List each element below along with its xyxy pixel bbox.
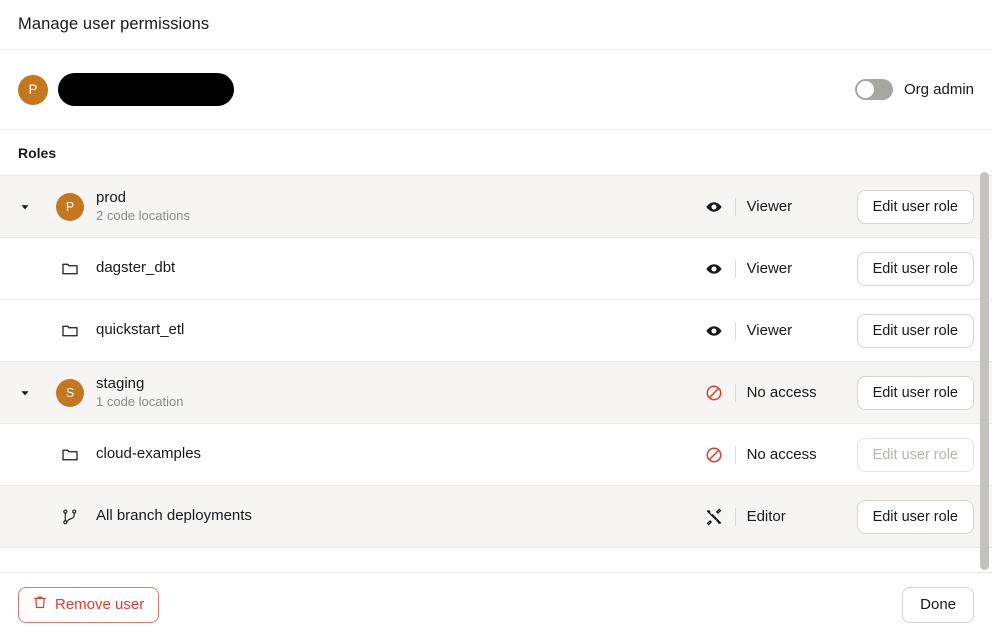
dialog-footer: Remove user Done	[0, 572, 992, 636]
org-admin-toggle[interactable]	[854, 79, 893, 100]
permission-label: No access	[746, 446, 817, 463]
role-row-labels: staging 1 code location	[96, 375, 183, 411]
role-row: quickstart_etl Viewer Edit user role	[0, 300, 992, 362]
divider	[734, 259, 736, 278]
role-row-title: staging	[96, 374, 145, 392]
eye-icon	[704, 197, 724, 217]
roles-label: Roles	[18, 144, 57, 161]
org-admin-label: Org admin	[903, 81, 974, 98]
role-row: cloud-examples No access Edit user role	[0, 424, 992, 486]
divider	[734, 507, 736, 526]
remove-user-label: Remove user	[55, 596, 145, 613]
role-row-title: cloud-examples	[96, 445, 202, 463]
folder-icon	[56, 260, 84, 278]
permission-label: Viewer	[746, 198, 793, 215]
eye-icon	[704, 321, 724, 341]
done-button[interactable]: Done	[902, 586, 974, 623]
role-row-subtitle: 1 code location	[96, 394, 184, 410]
avatar-initial: P	[56, 192, 84, 221]
role-row-permission: No access Edit user role	[704, 437, 974, 472]
edit-user-role-button: Edit user role	[856, 437, 974, 472]
folder-icon	[56, 446, 84, 464]
divider	[734, 383, 736, 402]
avatar-initial: S	[56, 378, 84, 407]
divider	[734, 321, 736, 340]
tools-icon	[704, 507, 724, 527]
divider	[734, 197, 736, 216]
remove-user-button[interactable]: Remove user	[18, 586, 160, 623]
eye-icon	[704, 259, 724, 279]
edit-user-role-button[interactable]: Edit user role	[856, 499, 974, 534]
role-row-permission: Viewer Edit user role	[704, 313, 974, 348]
trash-icon	[33, 595, 47, 614]
permission-label: No access	[746, 384, 817, 401]
avatar: S	[56, 378, 84, 407]
role-row-labels: dagster_dbt	[96, 259, 175, 278]
git-branch-icon	[56, 508, 84, 526]
toggle-knob	[856, 81, 874, 98]
dialog-header: Manage user permissions	[0, 0, 992, 50]
roles-list[interactable]: Pprod 2 code locations Viewer Edit user rol…	[0, 175, 992, 572]
role-row-permission: Viewer Edit user role	[704, 251, 974, 286]
avatar: P	[56, 192, 84, 221]
divider	[734, 445, 736, 464]
role-row-permission: No access Edit user role	[704, 375, 974, 410]
roles-section-header: Roles	[0, 130, 992, 175]
permission-label: Editor	[746, 508, 786, 525]
no-access-icon	[704, 445, 724, 465]
org-admin-control: Org admin	[854, 79, 974, 100]
caret-down-icon[interactable]	[14, 388, 36, 398]
no-access-icon	[704, 383, 724, 403]
avatar: P	[18, 74, 48, 105]
role-row-title: All branch deployments	[96, 507, 252, 525]
roles-list-scrollbar[interactable]	[980, 172, 989, 570]
role-row: Sstaging 1 code location No access Edit use…	[0, 362, 992, 424]
role-row-title: prod	[96, 188, 127, 206]
role-row-title: dagster_dbt	[96, 259, 176, 277]
manage-user-permissions-dialog: Manage user permissions P Org admin Role…	[0, 0, 992, 636]
role-row-labels: prod 2 code locations	[96, 189, 190, 225]
permission-label: Viewer	[746, 322, 793, 339]
page-title: Manage user permissions	[18, 15, 210, 33]
role-row-subtitle: 2 code locations	[96, 208, 190, 224]
edit-user-role-button[interactable]: Edit user role	[856, 375, 974, 410]
role-row-labels: quickstart_etl	[96, 321, 184, 340]
role-row-title: quickstart_etl	[96, 321, 185, 339]
redacted-user-name	[58, 73, 234, 106]
caret-down-icon[interactable]	[14, 202, 36, 212]
role-row: dagster_dbt Viewer Edit user role	[0, 238, 992, 300]
role-row: Pprod 2 code locations Viewer Edit user rol…	[0, 176, 992, 238]
role-row-permission: Viewer Edit user role	[704, 189, 974, 224]
user-summary-row: P Org admin	[0, 50, 992, 130]
edit-user-role-button[interactable]: Edit user role	[856, 189, 974, 224]
role-row-labels: cloud-examples	[96, 445, 201, 464]
edit-user-role-button[interactable]: Edit user role	[856, 251, 974, 286]
edit-user-role-button[interactable]: Edit user role	[856, 313, 974, 348]
role-row: All branch deployments Editor Edit user ro…	[0, 486, 992, 548]
permission-label: Viewer	[746, 260, 793, 277]
folder-icon	[56, 322, 84, 340]
role-row-permission: Editor Edit user role	[704, 499, 974, 534]
role-row-labels: All branch deployments	[96, 507, 252, 526]
